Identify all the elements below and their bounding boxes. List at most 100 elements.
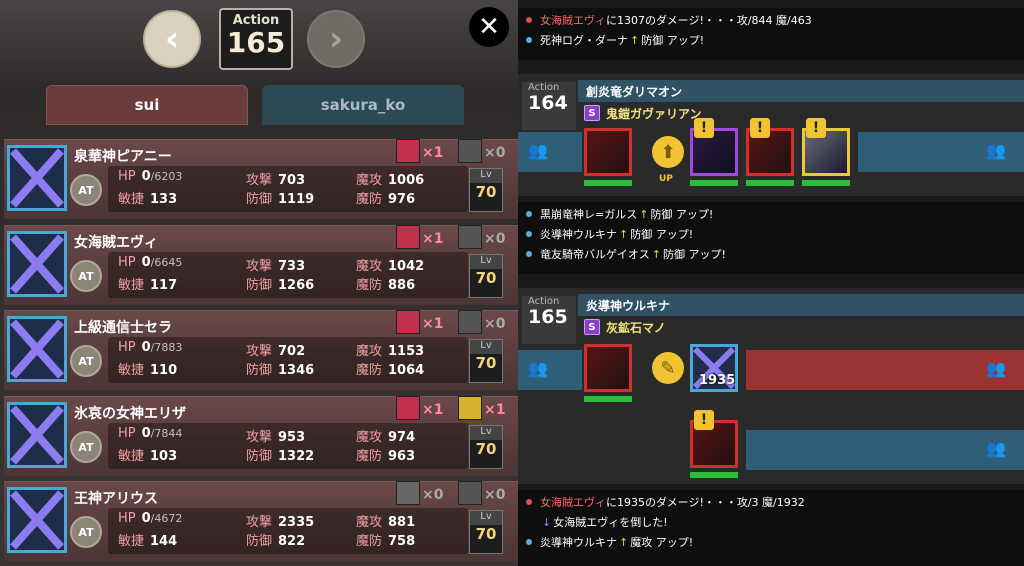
ally-lane: 👥 <box>518 132 582 172</box>
attacker-card[interactable] <box>584 344 632 392</box>
stat-value: 0 <box>141 340 151 355</box>
stat-label: 魔攻 <box>356 430 383 445</box>
unit-status-panel: ‹ Action 165 › ✕ sui sakura_ko 泉華神ピアニー ×… <box>0 0 518 566</box>
log-line: 死神ログ・ダーナ ↑ 防御 アップ! <box>518 30 1024 50</box>
buff-label: UP <box>659 174 673 184</box>
stat-label: 攻撃 <box>246 515 273 530</box>
level-label: Lv <box>470 511 502 525</box>
stat-value: 1042 <box>388 259 425 274</box>
battle-log-top: 女海賊エヴィ に1307のダメージ!・・・攻/844 魔/463 死神ログ・ダーナ… <box>518 8 1024 60</box>
defeated-x-icon <box>10 490 64 550</box>
level-label: Lv <box>470 426 502 440</box>
log-line: 炎導神ウルキナ ↑ 魔攻 アップ! <box>518 532 1024 552</box>
at-badge: AT <box>70 516 102 548</box>
skill-badge-icon: S <box>584 319 600 335</box>
stat-label: 攻撃 <box>246 344 273 359</box>
skill-row: S 鬼鎧ガヴァリアン <box>578 102 1024 124</box>
tab-sakura-ko[interactable]: sakura_ko <box>262 85 464 125</box>
equipment-count: ×0 <box>484 145 506 161</box>
unit-portrait <box>7 316 67 382</box>
unit-name: 王神アリウス <box>74 491 158 507</box>
unit-portrait <box>7 231 67 297</box>
unit-row[interactable]: 氷哀の女神エリザ ×1 ×1 AT HP 0/7844 敏捷 103 攻撃 953 防… <box>4 396 518 476</box>
log-text: に1935のダメージ!・・・攻/3 魔/1932 <box>606 496 805 509</box>
blue-dot-icon <box>526 251 532 257</box>
stat-value: 1006 <box>388 173 425 188</box>
stat-value: 974 <box>388 430 416 445</box>
agi-stat: 敏捷 117 <box>118 274 177 293</box>
stat-label: 防御 <box>246 192 273 207</box>
unit-row[interactable]: 上級通信士セラ ×1 ×0 AT HP 0/7883 敏捷 110 攻撃 702 防御… <box>4 310 518 390</box>
up-arrow-icon: ↑ <box>619 535 629 549</box>
unit-stats: HP 0/4672 敏捷 144 攻撃 2335 防御 822 魔攻 881 魔防 758 <box>108 508 468 554</box>
blue-dot-icon <box>526 231 532 237</box>
equipment-count: ×1 <box>484 402 506 418</box>
log-name: 炎導神ウルキナ <box>540 536 617 549</box>
log-name: 竜友騎帝バルゲイオス <box>540 248 650 261</box>
stat-value: 703 <box>278 173 306 188</box>
stat-value: 133 <box>150 192 178 207</box>
stat-label: 魔防 <box>356 278 383 293</box>
equipment-count: ×0 <box>484 316 506 332</box>
stat-label: 防御 <box>246 363 273 378</box>
level-label: Lv <box>470 169 502 183</box>
hp-stat: HP 0/6645 <box>118 255 182 270</box>
agi-stat: 敏捷 103 <box>118 445 177 464</box>
stat-label: 敏捷 <box>118 363 145 378</box>
at-badge: AT <box>70 431 102 463</box>
equipment-icon <box>458 396 482 420</box>
skill-name: 鬼鎧ガヴァリアン <box>606 106 702 121</box>
stat-value: 963 <box>388 449 416 464</box>
level-value: 70 <box>475 440 497 458</box>
blue-dot-icon <box>526 37 532 43</box>
stat-label: 魔防 <box>356 192 383 207</box>
equipment-icon <box>396 310 420 334</box>
attacker-card[interactable] <box>584 128 632 176</box>
next-action-button[interactable]: › <box>307 10 365 68</box>
log-name: 女海賊エヴィ <box>540 14 606 27</box>
ally-lane: 👥 <box>518 350 582 390</box>
log-name: 女海賊エヴィ <box>540 496 606 509</box>
at-badge: AT <box>70 345 102 377</box>
defeated-target-card[interactable]: 1935 <box>690 344 738 392</box>
chevron-left-icon: ‹ <box>164 19 179 59</box>
blue-dot-icon <box>526 211 532 217</box>
unit-stats: HP 0/7883 敏捷 110 攻撃 702 防御 1346 魔攻 1153 魔防 106… <box>108 337 468 383</box>
up-arrow-icon: ↑ <box>651 247 661 261</box>
stat-value: 0 <box>141 511 151 526</box>
mag-atk-stat: 魔攻 1153 <box>356 340 424 359</box>
unit-row[interactable]: 王神アリウス ×0 ×0 AT HP 0/4672 敏捷 144 攻撃 2335 防御… <box>4 481 518 561</box>
level-box: Lv 70 <box>469 339 503 383</box>
level-label: Lv <box>470 255 502 269</box>
equipment-count: ×1 <box>422 231 444 247</box>
stat-value: 110 <box>150 363 178 378</box>
stat-label: 敏捷 <box>118 449 145 464</box>
enemy-lane: 👥 <box>746 430 1024 470</box>
defeated-x-icon <box>10 148 64 208</box>
party-icon: 👥 <box>986 141 1006 160</box>
stat-max: /7844 <box>150 427 183 440</box>
def-stat: 防御 1346 <box>246 359 314 378</box>
log-line: 黒崩竜神レ=ガルス ↑ 防御 アップ! <box>518 204 1024 224</box>
unit-row[interactable]: 泉華神ピアニー ×1 ×0 AT HP 0/6203 敏捷 133 攻撃 703 防御… <box>4 139 518 219</box>
at-badge: AT <box>70 174 102 206</box>
up-arrow-icon: ↑ <box>630 33 640 47</box>
attacker-name: 炎導神ウルキナ <box>578 294 1024 316</box>
stat-value: 886 <box>388 278 416 293</box>
battle-log-mid: 黒崩竜神レ=ガルス ↑ 防御 アップ! 炎導神ウルキナ ↑ 防御 アップ! 竜友騎帝バル… <box>518 202 1024 274</box>
unit-row[interactable]: 女海賊エヴィ ×1 ×0 AT HP 0/6645 敏捷 117 攻撃 733 防御 1… <box>4 225 518 305</box>
level-box: Lv 70 <box>469 510 503 554</box>
stat-label: 防御 <box>246 449 273 464</box>
tab-sui[interactable]: sui <box>46 85 248 125</box>
equipment-count: ×1 <box>422 145 444 161</box>
close-button[interactable]: ✕ <box>469 7 509 47</box>
equipment-count: ×0 <box>484 487 506 503</box>
level-box: Lv 70 <box>469 168 503 212</box>
equipment-icon <box>396 396 420 420</box>
party-icon: 👥 <box>986 439 1006 458</box>
previous-action-button[interactable]: ‹ <box>143 10 201 68</box>
close-icon: ✕ <box>478 12 500 42</box>
stat-value: 0 <box>141 169 151 184</box>
level-value: 70 <box>475 269 497 287</box>
stat-label: 魔攻 <box>356 344 383 359</box>
